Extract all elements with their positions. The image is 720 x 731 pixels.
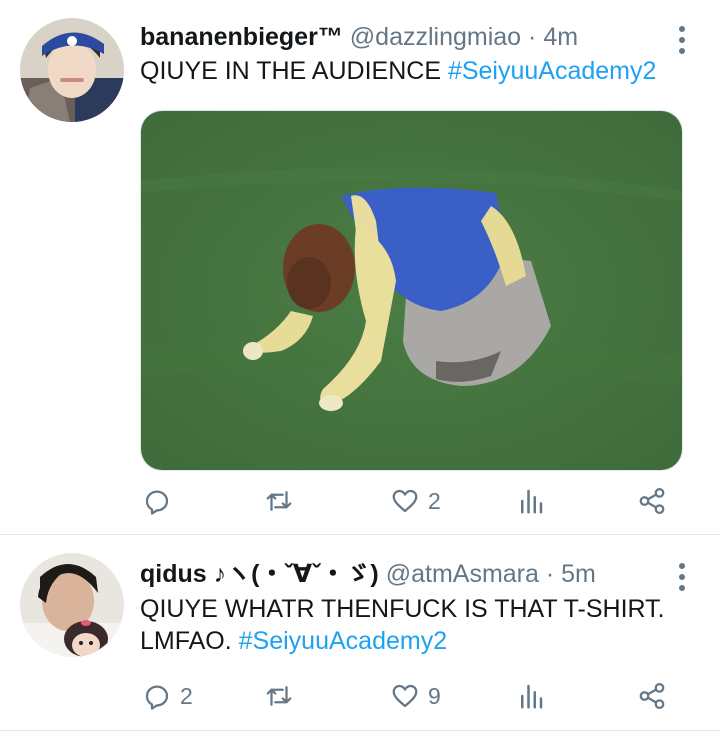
avatar[interactable] [20,553,124,657]
like-count: 9 [428,682,441,709]
reply-button[interactable] [142,483,180,519]
avatar[interactable] [20,18,124,122]
reply-button[interactable]: 2 [142,678,193,714]
reply-icon [145,490,169,515]
tweet-actions: 2 [140,483,680,519]
display-name[interactable]: qidus ♪ヽ(・ˇ∀ˇ・ゞ) [140,560,379,588]
timestamp[interactable]: 4m [543,23,578,51]
retweet-button[interactable] [264,483,302,519]
share-icon [639,683,665,709]
tweet-header: bananenbieger™ @dazzlingmiao · 4m [140,22,578,52]
tweet-actions: 2 9 [140,678,680,714]
separator: · [545,560,555,588]
tweet-text: QIUYE IN THE AUDIENCE #SeiyuuAcademy2 [140,55,700,87]
heart-icon [392,684,418,708]
retweet-icon [266,686,292,706]
reply-icon [145,685,169,710]
display-name[interactable]: bananenbieger™ [140,23,343,51]
hashtag-link[interactable]: #SeiyuuAcademy2 [448,57,656,85]
analytics-button[interactable] [516,483,546,519]
timestamp[interactable]: 5m [561,560,596,588]
tweet[interactable]: qidus ♪ヽ(・ˇ∀ˇ・ゞ) @atmAsmara · 5m QIUYE W… [0,535,720,731]
analytics-button[interactable] [516,678,546,714]
more-vertical-icon[interactable] [678,563,686,591]
separator: · [528,23,537,51]
hashtag-link[interactable]: #SeiyuuAcademy2 [239,627,447,655]
analytics-icon [521,684,543,709]
tweet-text: QIUYE WHATR THENFUCK IS THAT T-SHIRT. LM… [140,593,700,657]
like-count: 2 [428,487,441,514]
retweet-icon [266,491,292,511]
share-icon [639,488,665,514]
tweet-header: qidus ♪ヽ(・ˇ∀ˇ・ゞ) @atmAsmara · 5m [140,559,596,589]
user-handle[interactable]: @dazzlingmiao [350,23,521,51]
like-button[interactable]: 2 [390,483,441,519]
analytics-icon [521,489,543,514]
tweet[interactable]: bananenbieger™ @dazzlingmiao · 4m QIUYE … [0,0,720,535]
more-vertical-icon[interactable] [678,26,686,54]
reply-count: 2 [180,682,193,709]
share-button[interactable] [637,678,667,714]
retweet-button[interactable] [264,678,302,714]
user-handle[interactable]: @atmAsmara [386,560,539,588]
like-button[interactable]: 9 [390,678,441,714]
tweet-image[interactable] [140,110,683,471]
share-button[interactable] [637,483,667,519]
tweet-body: QIUYE IN THE AUDIENCE [140,57,448,85]
heart-icon [392,489,418,513]
